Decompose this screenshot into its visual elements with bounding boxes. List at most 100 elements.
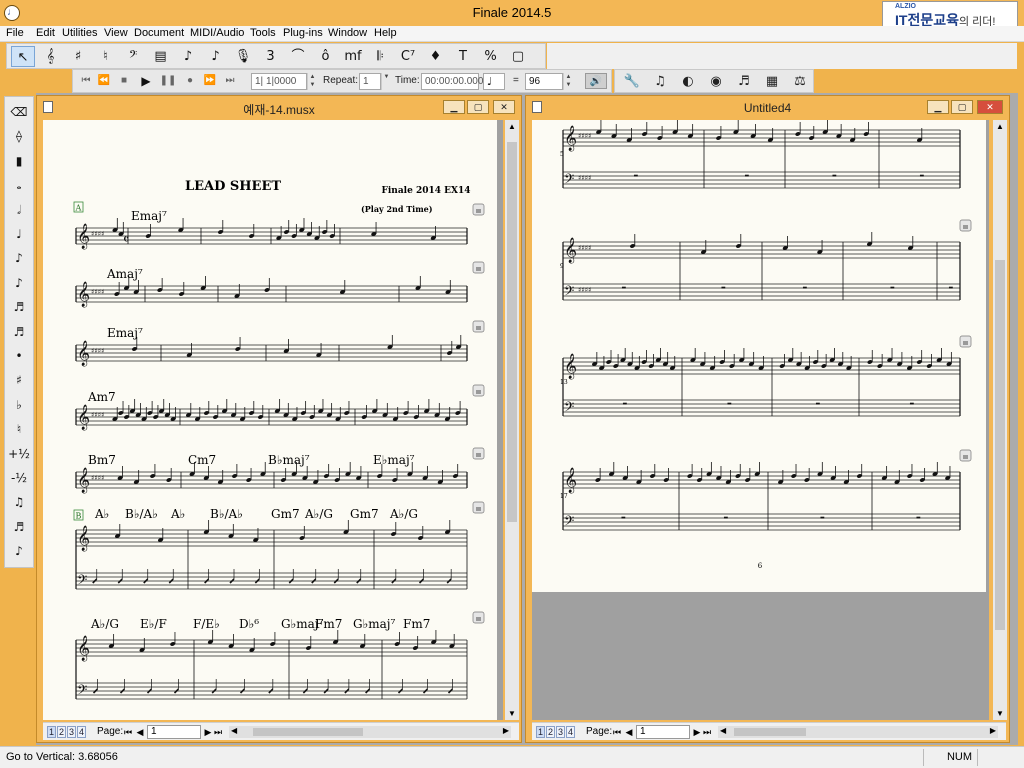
right-horizontal-scrollbar[interactable]: ◀ ▶ xyxy=(718,726,998,738)
rewind-start-icon[interactable]: ⏮ xyxy=(77,73,95,89)
menu-document[interactable]: Document xyxy=(134,27,184,39)
menu-view[interactable]: View xyxy=(104,27,128,39)
page-tab-3[interactable]: 3 xyxy=(556,726,565,738)
sixtyfourth-note-icon[interactable]: ♬ xyxy=(7,321,31,343)
clef-tool-icon[interactable]: 𝄢 xyxy=(121,46,145,67)
scroll-right-icon[interactable]: ▶ xyxy=(503,726,509,735)
menu-window[interactable]: Window xyxy=(328,27,367,39)
right-vscroll-thumb[interactable] xyxy=(995,260,1005,630)
page-layout-tool-icon[interactable]: ▢ xyxy=(506,46,530,67)
minimize-button[interactable]: ▁ xyxy=(443,100,465,114)
prev-page-icon[interactable]: ◀ xyxy=(624,726,634,738)
natural-icon[interactable]: ♮ xyxy=(7,418,31,440)
menu-midi-audio[interactable]: MIDI/Audio xyxy=(190,27,244,39)
beam-icon[interactable]: ♬ xyxy=(733,72,755,91)
measure-tool-icon[interactable]: ▤ xyxy=(149,46,173,67)
repeat-field[interactable]: 1 xyxy=(359,73,381,90)
page-tab-4[interactable]: 4 xyxy=(566,726,575,738)
percussion-icon[interactable]: ▦ xyxy=(761,72,783,91)
left-doc-titlebar[interactable]: 예재-14.musx ▁ ▢ ✕ xyxy=(37,96,521,118)
scroll-down-icon[interactable]: ▼ xyxy=(996,709,1004,718)
tuplet-tool-icon[interactable]: 3 xyxy=(259,46,283,67)
speedy-entry-icon[interactable]: ♪ xyxy=(204,46,228,67)
scroll-up-icon[interactable]: ▲ xyxy=(996,122,1004,131)
measure-counter-field[interactable]: 1| 1|0000 xyxy=(251,73,307,90)
selection-tool-icon[interactable]: ↖ xyxy=(11,46,35,67)
mixer-icon[interactable]: ◐ xyxy=(677,72,699,91)
page-number-field[interactable]: 1 xyxy=(147,725,201,739)
maximize-button[interactable]: ▢ xyxy=(467,100,489,114)
repeat-tool-icon[interactable]: 𝄆 xyxy=(369,46,393,67)
thirtysecond-note-icon[interactable]: ♬ xyxy=(7,296,31,318)
resize-tool-icon[interactable]: % xyxy=(479,46,503,67)
fast-forward-icon[interactable]: ⏩ xyxy=(201,73,219,89)
speaker-icon[interactable]: 🔊 xyxy=(585,73,607,89)
text-tool-icon[interactable]: T xyxy=(451,46,475,67)
expression-tool-icon[interactable]: mf xyxy=(341,46,365,67)
half-step-up-icon[interactable]: +½ xyxy=(7,443,31,465)
first-page-icon[interactable]: ⏮ xyxy=(612,726,622,738)
menu-utilities[interactable]: Utilities xyxy=(62,27,97,39)
metronome-icon[interactable]: ⚖ xyxy=(789,72,811,91)
time-signature-tool-icon[interactable]: ♮ xyxy=(94,46,118,67)
chord-tool-icon[interactable]: C⁷ xyxy=(396,46,420,67)
play-icon[interactable]: ▶ xyxy=(137,73,155,89)
last-page-icon[interactable]: ⏭ xyxy=(702,726,712,738)
page-tab-1[interactable]: 1 xyxy=(47,726,56,738)
menu-tools[interactable]: Tools xyxy=(250,27,276,39)
forward-end-icon[interactable]: ⏭ xyxy=(221,73,239,89)
tuplet-palette-icon[interactable]: ♬ xyxy=(7,516,31,538)
right-doc-titlebar[interactable]: Untitled4 ▁ ▢ ✕ xyxy=(526,96,1009,118)
left-hscroll-thumb[interactable] xyxy=(253,728,363,736)
hyperscribe-icon[interactable]: 🎙 xyxy=(231,46,255,67)
articulation-tool-icon[interactable]: ô xyxy=(314,46,338,67)
page-tab-1[interactable]: 1 xyxy=(536,726,545,738)
scroll-up-icon[interactable]: ▲ xyxy=(508,122,516,131)
key-signature-tool-icon[interactable]: ♯ xyxy=(66,46,90,67)
sharp-icon[interactable]: ♯ xyxy=(7,369,31,391)
rest-icon[interactable]: ▮ xyxy=(7,150,31,172)
last-page-icon[interactable]: ⏭ xyxy=(213,726,223,738)
menu-help[interactable]: Help xyxy=(374,27,397,39)
quarter-note-icon[interactable]: ♩ xyxy=(7,223,31,245)
close-button[interactable]: ✕ xyxy=(493,100,515,114)
smart-shape-tool-icon[interactable]: ⌒ xyxy=(286,46,310,67)
tempo-spinner[interactable]: ▲ ▼ xyxy=(563,73,573,90)
prev-page-icon[interactable]: ◀ xyxy=(135,726,145,738)
grace-note-icon[interactable]: ♪ xyxy=(7,540,31,562)
right-vertical-scrollbar[interactable]: ▲ ▼ xyxy=(993,120,1007,720)
right-hscroll-thumb[interactable] xyxy=(734,728,806,736)
lyrics-tool-icon[interactable]: ♦ xyxy=(424,46,448,67)
page-tab-2[interactable]: 2 xyxy=(57,726,66,738)
eighth-note-icon[interactable]: ♪ xyxy=(7,247,31,269)
scroll-right-icon[interactable]: ▶ xyxy=(990,726,996,735)
pause-icon[interactable]: ❚❚ xyxy=(159,73,177,89)
page-tab-4[interactable]: 4 xyxy=(77,726,86,738)
repeat-dropdown[interactable]: ▼ xyxy=(381,73,391,90)
scroll-left-icon[interactable]: ◀ xyxy=(720,726,726,735)
midi-tool-icon[interactable]: ♫ xyxy=(649,72,671,91)
flat-icon[interactable]: ♭ xyxy=(7,394,31,416)
menu-file[interactable]: File xyxy=(6,27,24,39)
simple-entry-icon[interactable]: ♪ xyxy=(176,46,200,67)
maximize-button[interactable]: ▢ xyxy=(951,100,973,114)
close-button[interactable]: ✕ xyxy=(977,100,1003,114)
scroll-down-icon[interactable]: ▼ xyxy=(508,709,516,718)
stop-icon[interactable]: ■ xyxy=(115,73,133,89)
half-note-icon[interactable]: 𝅗𝅥 xyxy=(7,199,31,221)
left-horizontal-scrollbar[interactable]: ◀ ▶ xyxy=(229,726,511,738)
next-page-icon[interactable]: ▶ xyxy=(692,726,702,738)
scroll-left-icon[interactable]: ◀ xyxy=(231,726,237,735)
half-step-down-icon[interactable]: -½ xyxy=(7,467,31,489)
page-tab-2[interactable]: 2 xyxy=(546,726,555,738)
record-icon[interactable]: ● xyxy=(181,73,199,89)
left-vertical-scrollbar[interactable]: ▲ ▼ xyxy=(505,120,519,720)
tempo-note-button[interactable]: ♩ xyxy=(483,73,505,90)
dot-icon[interactable]: • xyxy=(7,345,31,367)
counter-spinner[interactable]: ▲ ▼ xyxy=(307,73,317,90)
menu-plug-ins[interactable]: Plug-ins xyxy=(283,27,323,39)
left-vscroll-thumb[interactable] xyxy=(507,142,517,522)
left-doc-canvas[interactable]: LEAD SHEET Finale 2014 EX14 𝄞 ♯♯♯♯ Emaj⁷ 𝄞 ♯… xyxy=(43,120,503,720)
right-doc-canvas[interactable]: 𝄞 𝄢 ♯♯♯♯ ♯♯♯♯ ▬ ▬ ▬ ▬ 5 𝄞 𝄢 ♯♯♯♯ ♯♯♯♯ ▬ ▬ ▬ ▬ ▬ 9 𝄞 𝄢 ▬ ▬ ▬ ▬ 13 𝄞… xyxy=(532,120,989,720)
minimize-button[interactable]: ▁ xyxy=(927,100,949,114)
